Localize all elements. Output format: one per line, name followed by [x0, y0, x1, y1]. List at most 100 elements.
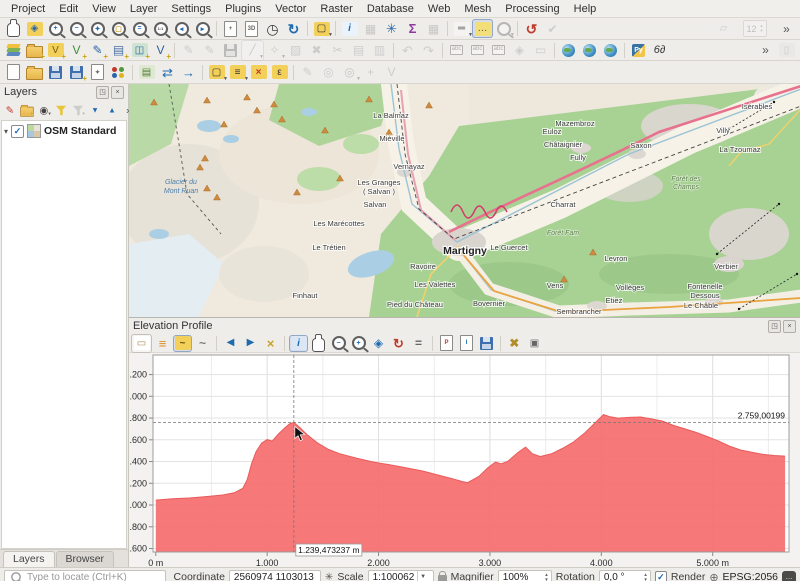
save-project-as-icon[interactable]: +: [66, 63, 87, 82]
save-project-icon[interactable]: [45, 63, 66, 82]
new-gpx-layer-icon[interactable]: V+: [150, 41, 171, 60]
expand-caret-icon[interactable]: ▾: [4, 127, 8, 136]
expand-all-icon[interactable]: ▼: [88, 103, 102, 117]
zoom-full-icon[interactable]: ✦: [87, 19, 108, 38]
save-profile-icon[interactable]: [477, 335, 496, 352]
elevation-panel-close-icon[interactable]: ×: [783, 320, 796, 333]
extents-icon[interactable]: ✳: [325, 572, 333, 581]
zoom-to-coordinate-icon[interactable]: ◎: [318, 63, 339, 82]
identify-profile-icon[interactable]: i: [289, 335, 308, 352]
collapse-all-icon[interactable]: ▲: [105, 103, 119, 117]
new-project-icon[interactable]: [3, 63, 24, 82]
elevation-panel-dock-icon[interactable]: ◳: [768, 320, 781, 333]
manage-map-themes-icon[interactable]: ◉▼: [37, 103, 51, 117]
add-group-icon[interactable]: +: [20, 103, 34, 117]
modify-attributes-icon[interactable]: ▨: [285, 41, 306, 60]
vertex-tool-icon[interactable]: ✧▼: [264, 41, 285, 60]
python-console-icon[interactable]: Py: [628, 41, 649, 60]
revert-edits-icon[interactable]: ↺: [521, 19, 542, 38]
data-source-manager-icon[interactable]: [3, 41, 24, 60]
menu-item-settings[interactable]: Settings: [164, 2, 218, 16]
add-bookmark-icon[interactable]: +: [360, 63, 381, 82]
import-style-icon[interactable]: ⇄: [157, 63, 178, 82]
tab-layers[interactable]: Layers: [3, 551, 55, 567]
rotation-spin[interactable]: 0,0 °▲▼: [599, 570, 651, 581]
paste-features-icon[interactable]: ▥: [369, 41, 390, 60]
map-canvas[interactable]: MartignyLe GuercetRavoireLa BalmazMiévil…: [129, 84, 800, 318]
open-project-icon[interactable]: [24, 63, 45, 82]
filter-legend-icon[interactable]: [54, 103, 68, 117]
layout-manager-icon[interactable]: ▤: [136, 63, 157, 82]
check-geometries-icon[interactable]: ✔: [542, 19, 563, 38]
osm-search-icon[interactable]: [600, 41, 621, 60]
statistics-icon[interactable]: Σ: [402, 19, 423, 38]
select-by-expression-icon[interactable]: ε: [269, 63, 290, 82]
toolbar-overflow-icon[interactable]: »: [755, 41, 776, 60]
render-checkbox[interactable]: ✓: [655, 571, 667, 581]
subsections-icon[interactable]: ▭: [131, 334, 152, 353]
menu-item-database[interactable]: Database: [360, 2, 421, 16]
pan-profile-icon[interactable]: [309, 335, 328, 352]
metasearch-icon[interactable]: [558, 41, 579, 60]
tab-browser[interactable]: Browser: [56, 551, 115, 567]
copy-features-icon[interactable]: ▤: [348, 41, 369, 60]
menu-item-help[interactable]: Help: [567, 2, 604, 16]
map-tips-icon[interactable]: …: [472, 19, 493, 38]
export-image-icon[interactable]: I: [457, 335, 476, 352]
menu-item-raster[interactable]: Raster: [313, 2, 359, 16]
zoom-full-profile-icon[interactable]: ◈: [369, 335, 388, 352]
locate-search-input[interactable]: Type to locate (Ctrl+K): [4, 570, 166, 581]
menu-item-edit[interactable]: Edit: [52, 2, 85, 16]
change-label-icon[interactable]: ▭: [530, 41, 551, 60]
menu-item-layer[interactable]: Layer: [123, 2, 165, 16]
redo-icon[interactable]: ↷: [418, 41, 439, 60]
new-spatialite-layer-icon[interactable]: ▤+: [108, 41, 129, 60]
layers-panel-dock-icon[interactable]: ◳: [96, 86, 109, 99]
pan-map-icon[interactable]: [3, 19, 24, 38]
cut-features-icon[interactable]: ✂: [327, 41, 348, 60]
temporal-controller-icon[interactable]: ◷: [262, 19, 283, 38]
nudge-left-icon[interactable]: ◀: [221, 335, 240, 352]
new-shapefile-icon[interactable]: V+: [45, 41, 66, 60]
move-label-icon[interactable]: ◈: [509, 41, 530, 60]
processing-toolbox-icon[interactable]: ✳: [381, 19, 402, 38]
zoom-out-profile-icon[interactable]: −: [329, 335, 348, 352]
new-mesh-layer-icon[interactable]: ◫+: [129, 41, 150, 60]
layers-panel-close-icon[interactable]: ×: [111, 86, 124, 99]
export-style-icon[interactable]: →: [178, 63, 199, 82]
vertex-editor-panel-icon[interactable]: V: [381, 63, 402, 82]
undo-icon[interactable]: ↶: [397, 41, 418, 60]
field-calculator-icon[interactable]: ▦: [423, 19, 444, 38]
cad-dock-icon[interactable]: ▱: [713, 19, 734, 38]
menu-item-plugins[interactable]: Plugins: [218, 2, 268, 16]
identify-features-icon[interactable]: i: [339, 19, 360, 38]
select-rectangle-icon[interactable]: ▢▼: [206, 63, 227, 82]
panel-placeholder-icon[interactable]: ▯: [776, 41, 797, 60]
new-bookmark-icon[interactable]: ◎▼: [339, 63, 360, 82]
show-bookmarks-icon[interactable]: ▼: [493, 19, 514, 38]
select-features-icon[interactable]: ▢▼: [311, 19, 332, 38]
layer-checkbox[interactable]: ✓: [11, 125, 24, 138]
magnifier-spin[interactable]: 100%▲▼: [498, 570, 552, 581]
new-temporary-layer-icon[interactable]: ✎+: [87, 41, 108, 60]
profile-options-icon[interactable]: ✚: [505, 335, 524, 352]
menu-item-vector[interactable]: Vector: [268, 2, 313, 16]
layer-item-osm-standard[interactable]: ▾ ✓ OSM Standard: [2, 123, 126, 139]
zoom-out-icon[interactable]: −: [66, 19, 87, 38]
lock-icon[interactable]: [438, 575, 447, 581]
reading-glasses-icon[interactable]: 6∂: [649, 41, 670, 60]
zoom-last-icon[interactable]: ◂: [171, 19, 192, 38]
zoom-to-selection-icon[interactable]: ▢: [108, 19, 129, 38]
refresh-map-icon[interactable]: ↻: [283, 19, 304, 38]
scale-combo[interactable]: 1:100062▼: [368, 570, 434, 581]
cad-size-spin[interactable]: 12▲▼: [734, 19, 776, 38]
menu-item-project[interactable]: Project: [4, 2, 52, 16]
pan-to-selection-icon[interactable]: ◈: [24, 19, 45, 38]
reset-view-icon[interactable]: ↻: [389, 335, 408, 352]
menu-item-view[interactable]: View: [85, 2, 123, 16]
menu-item-mesh[interactable]: Mesh: [457, 2, 498, 16]
digitize-icon[interactable]: ╱▼: [241, 40, 264, 61]
zoom-in-profile-icon[interactable]: +: [349, 335, 368, 352]
pin-labels-icon[interactable]: abc: [467, 41, 488, 60]
new-map-view-icon[interactable]: +: [220, 19, 241, 38]
